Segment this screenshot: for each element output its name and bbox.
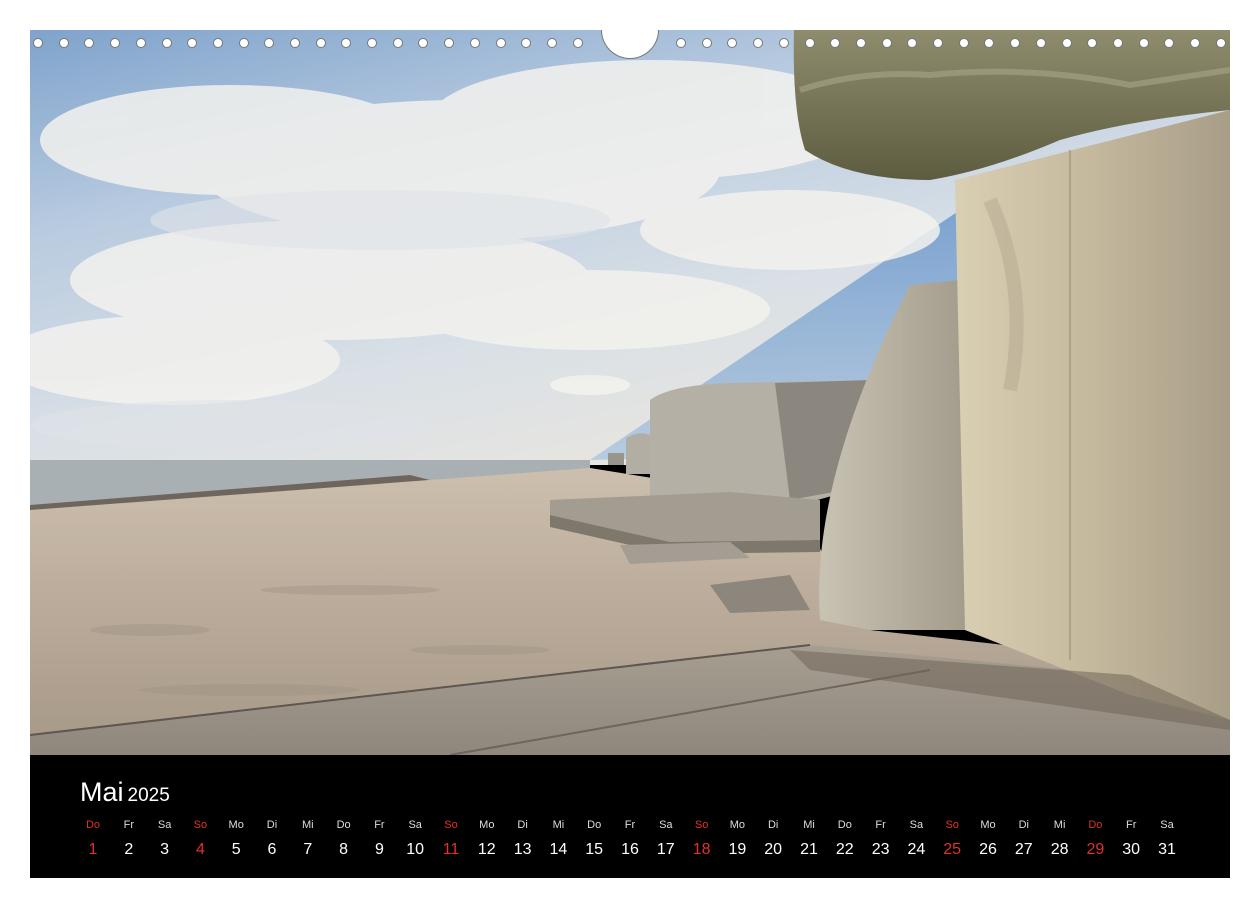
weekday-label: Mo: [729, 819, 746, 831]
date-number: 22: [835, 841, 854, 858]
weekday-label: Do: [336, 819, 351, 831]
weekday-label: Sa: [659, 819, 673, 831]
weekday-row: Do Fr Sa So Mo Di Mi Do Fr Sa So Mo Di Mi Do Fr Sa So Mo Di…: [76, 817, 1216, 833]
weekday-label: Fr: [123, 819, 134, 831]
weekday-label: Do: [85, 819, 101, 831]
date-number: 2: [124, 841, 134, 858]
weekday-label: Sa: [157, 819, 172, 831]
weekday-label: Fr: [374, 819, 385, 831]
weekday-label: Fr: [1125, 819, 1137, 831]
weekday-label: Mo: [479, 819, 495, 831]
weekday-label: Fr: [624, 819, 636, 831]
weekday-label: Sa: [909, 819, 924, 831]
weekday-label: Do: [1088, 819, 1103, 831]
calendar-page: Mai 2025 Do Fr Sa So Mo Di Mi Do Fr Sa So Mo Di Mi Do Fr…: [30, 30, 1230, 878]
date-number: 24: [907, 841, 926, 858]
date-number: 5: [231, 841, 241, 858]
weekday-label: So: [694, 819, 709, 831]
weekday-label: Sa: [408, 819, 422, 831]
date-number: 6: [267, 841, 277, 858]
date-number: 18: [692, 841, 711, 858]
weekday-label: Mi: [1053, 819, 1066, 831]
date-number: 31: [1158, 841, 1176, 858]
date-number: 1: [88, 841, 98, 858]
weekday-label: Mo: [980, 819, 996, 831]
date-number: 13: [513, 841, 532, 858]
date-number: 30: [1122, 841, 1141, 858]
date-number: 23: [871, 841, 890, 858]
weekday-label: So: [444, 819, 458, 831]
date-number: 15: [585, 841, 604, 858]
date-number: 17: [656, 841, 675, 858]
date-number: 21: [800, 841, 818, 858]
date-number: 8: [339, 841, 349, 858]
weekday-label: Fr: [875, 819, 886, 831]
date-number: 27: [1014, 841, 1033, 858]
weekday-label: Di: [767, 819, 779, 831]
weekday-label: Do: [837, 819, 852, 831]
weekday-label: Sa: [1160, 819, 1174, 831]
month-name: Mai: [80, 777, 124, 807]
date-number: 29: [1086, 841, 1105, 858]
weekday-label: So: [945, 819, 959, 831]
photo-illustration: [30, 30, 1230, 755]
weekday-label: Di: [1018, 819, 1029, 831]
date-number: 3: [160, 841, 170, 858]
date-number: 26: [979, 841, 997, 858]
date-number: 4: [195, 841, 205, 858]
weekday-label: Di: [517, 819, 528, 831]
year-label: 2025: [127, 785, 170, 806]
calendar-strip: Mai 2025 Do Fr Sa So Mo Di Mi Do Fr Sa So Mo Di Mi Do Fr…: [30, 755, 1230, 878]
weekday-label: Mi: [301, 819, 314, 831]
date-number: 25: [943, 841, 962, 858]
weekday-label: Mi: [803, 819, 815, 831]
date-number: 28: [1050, 841, 1069, 858]
date-number: 14: [549, 841, 568, 858]
date-number: 16: [621, 841, 639, 858]
date-number: 9: [374, 841, 384, 858]
date-number: 11: [442, 841, 460, 858]
weekday-label: Do: [587, 819, 602, 831]
weekday-label: Mo: [228, 819, 244, 831]
date-row: 1 2 3 4 5 6 7 8 9 10 11 12 13 14 15 16 17 18 19 20 21 22 23 24 2…: [76, 839, 1216, 861]
date-number: 7: [303, 841, 313, 858]
date-number: 10: [406, 841, 425, 858]
weekday-label: Di: [266, 819, 278, 831]
weekday-label: So: [193, 819, 208, 831]
date-number: 12: [477, 841, 496, 858]
date-number: 19: [728, 841, 747, 858]
month-title: Mai 2025: [80, 777, 170, 811]
date-number: 20: [764, 841, 783, 858]
beach-bunker-photo: [30, 30, 1230, 755]
weekday-label: Mi: [552, 819, 565, 831]
